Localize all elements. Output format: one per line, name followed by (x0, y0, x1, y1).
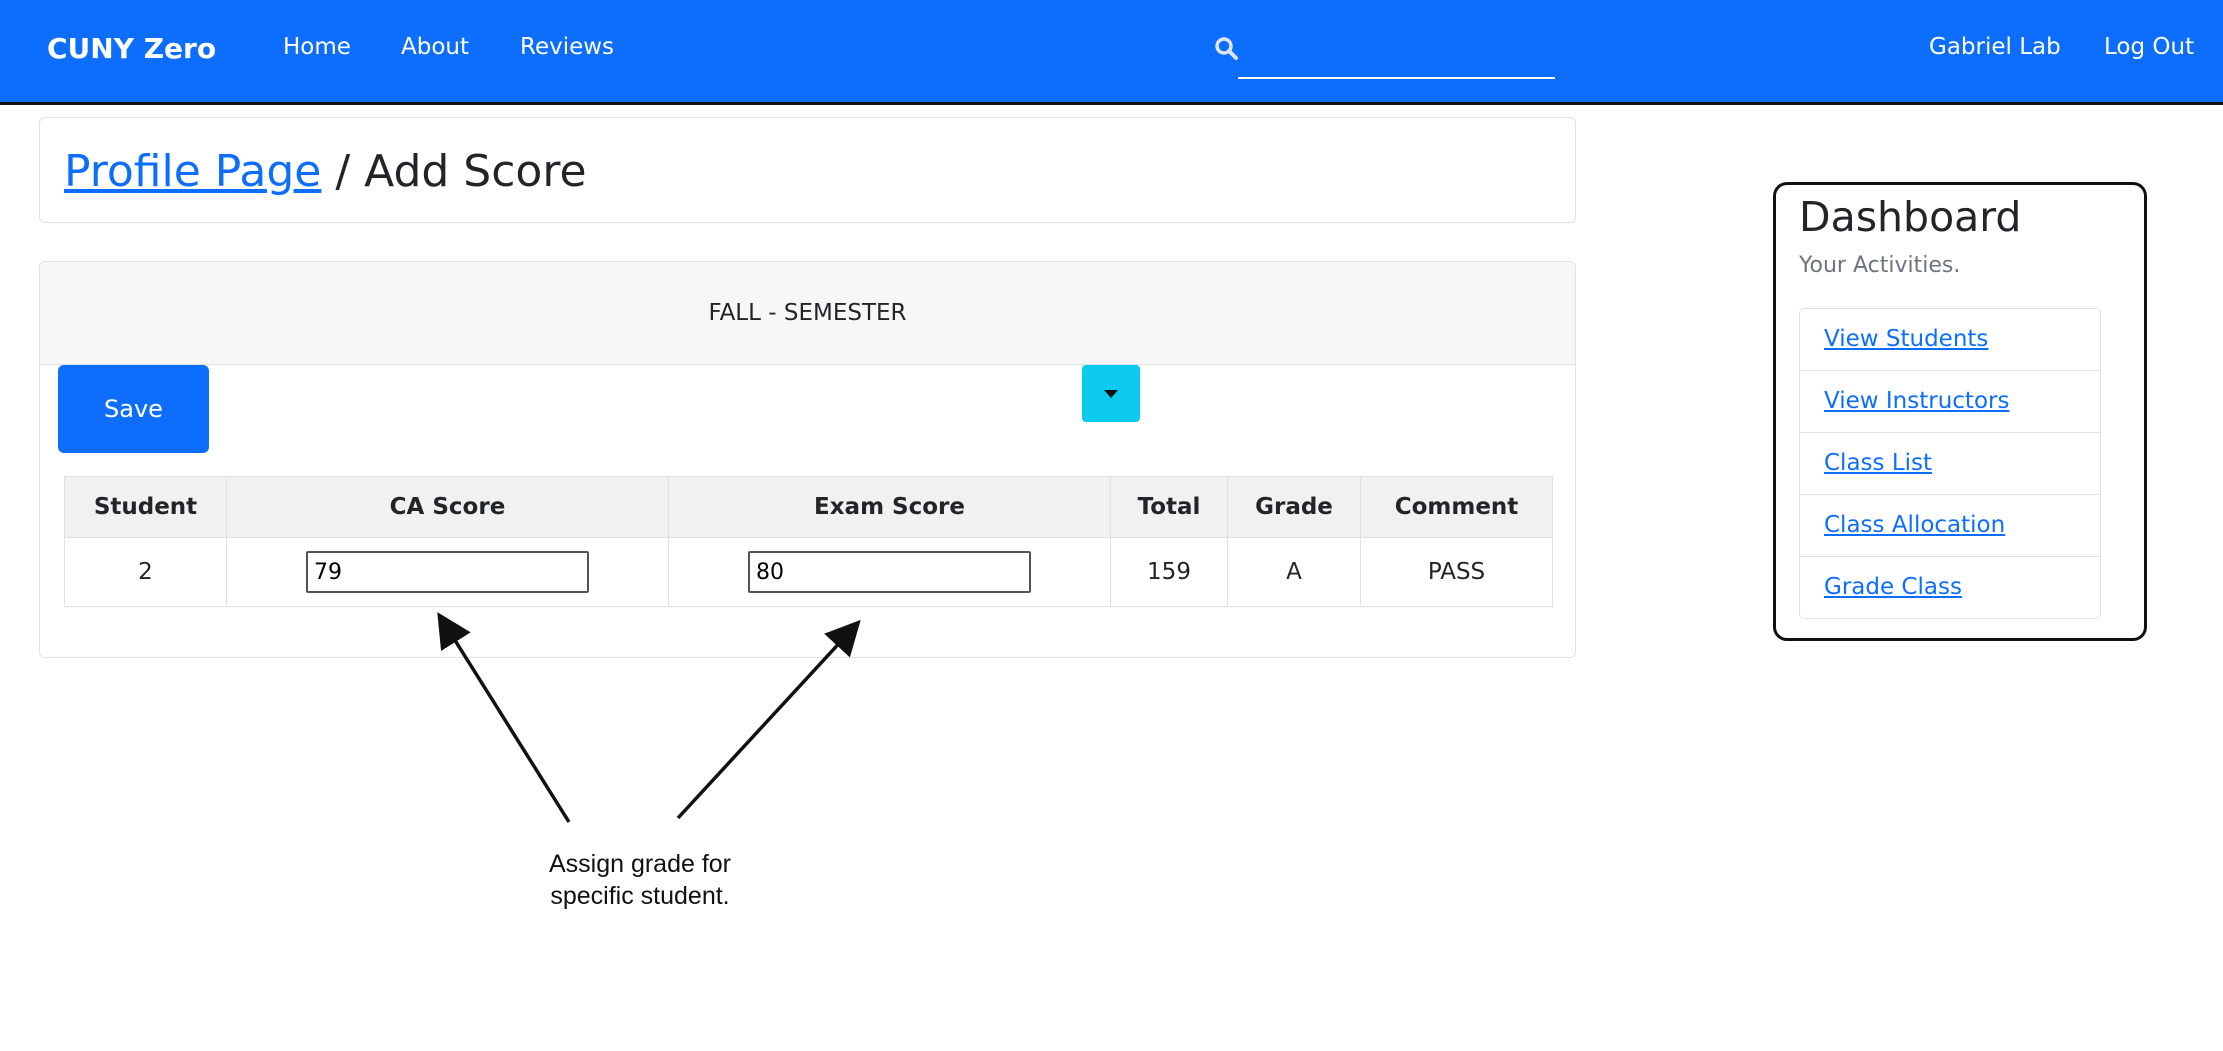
list-item: View Instructors (1800, 371, 2100, 433)
caret-down-icon (1104, 390, 1118, 398)
save-button[interactable]: Save (58, 365, 209, 453)
list-item: Class List (1800, 433, 2100, 495)
exam-score-cell (668, 537, 1111, 607)
annotation-text: Assign grade for specific student. (520, 848, 760, 912)
user-name-link[interactable]: Gabriel Lab (1929, 34, 2061, 60)
annotation-line-2: specific student. (550, 882, 730, 910)
breadcrumb-separator: / (321, 146, 365, 197)
breadcrumb: Profile Page / Add Score (64, 150, 587, 194)
column-header-grade: Grade (1227, 476, 1361, 538)
table-row: 2 159 A PASS (64, 537, 1553, 607)
dashboard-title: Dashboard (1799, 193, 2022, 241)
dropdown-toggle-button[interactable] (1082, 365, 1140, 422)
list-item: View Students (1800, 309, 2100, 371)
list-item: Class Allocation (1800, 495, 2100, 557)
breadcrumb-profile-link[interactable]: Profile Page (64, 146, 321, 197)
column-header-exam-score: Exam Score (668, 476, 1111, 538)
scores-table: Student CA Score Exam Score Total Grade … (64, 476, 1553, 607)
nav-link-about[interactable]: About (401, 34, 469, 60)
semester-header: FALL - SEMESTER (40, 262, 1575, 365)
grade-cell: A (1227, 537, 1361, 607)
column-header-comment: Comment (1360, 476, 1553, 538)
score-card: FALL - SEMESTER Save Student CA Score Ex… (39, 261, 1576, 658)
brand-logo[interactable]: CUNY Zero (47, 32, 216, 65)
class-list-link[interactable]: Class List (1824, 450, 1932, 476)
dashboard-panel: Dashboard Your Activities. View Students… (1773, 182, 2147, 641)
logout-link[interactable]: Log Out (2104, 34, 2194, 60)
nav-link-home[interactable]: Home (283, 34, 351, 60)
grade-class-link[interactable]: Grade Class (1824, 574, 1962, 600)
view-instructors-link[interactable]: View Instructors (1824, 388, 2009, 414)
ca-score-input[interactable] (306, 551, 589, 593)
annotation-line-1: Assign grade for (548, 850, 732, 878)
breadcrumb-current: Add Score (364, 146, 587, 197)
column-header-student: Student (64, 476, 227, 538)
ca-score-cell (226, 537, 669, 607)
breadcrumb-card: Profile Page / Add Score (39, 117, 1576, 223)
search-input[interactable] (1238, 30, 1555, 79)
list-item: Grade Class (1800, 557, 2100, 618)
navbar: CUNY Zero Home About Reviews Gabriel Lab… (0, 0, 2223, 105)
search-icon[interactable] (1213, 35, 1239, 61)
exam-score-input[interactable] (748, 551, 1031, 593)
student-cell: 2 (64, 537, 227, 607)
column-header-ca-score: CA Score (226, 476, 669, 538)
nav-link-reviews[interactable]: Reviews (520, 34, 614, 60)
total-cell: 159 (1110, 537, 1228, 607)
class-allocation-link[interactable]: Class Allocation (1824, 512, 2005, 538)
view-students-link[interactable]: View Students (1824, 326, 1988, 352)
dashboard-menu: View Students View Instructors Class Lis… (1799, 308, 2101, 619)
dashboard-subtitle: Your Activities. (1799, 253, 1961, 278)
comment-cell: PASS (1360, 537, 1553, 607)
column-header-total: Total (1110, 476, 1228, 538)
table-header-row: Student CA Score Exam Score Total Grade … (64, 476, 1553, 538)
